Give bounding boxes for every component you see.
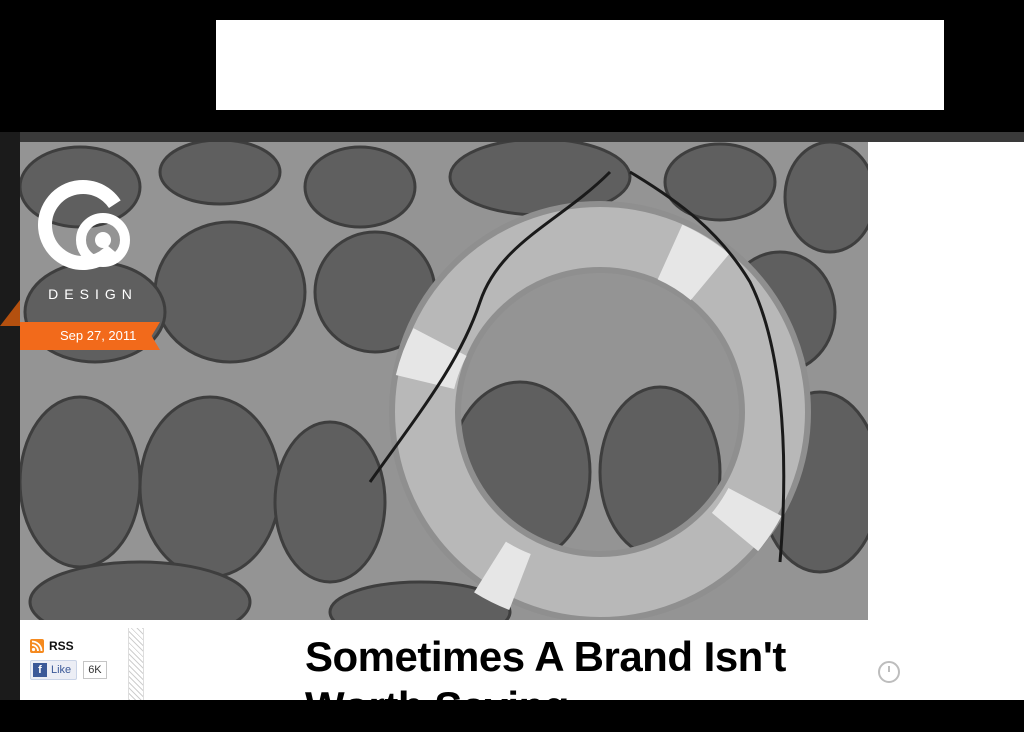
hatch-divider (128, 628, 144, 700)
date-ribbon-fold (0, 300, 20, 326)
facebook-like-count: 6K (83, 661, 107, 679)
post-date: Sep 27, 2011 (60, 328, 137, 343)
header-divider (0, 132, 1024, 142)
social-share: RSS f Like 6K (30, 636, 130, 680)
post-title[interactable]: Sometimes A Brand Isn't Worth Saving (305, 632, 825, 732)
facebook-like-label: Like (51, 664, 72, 676)
facebook-icon: f (33, 663, 47, 677)
rss-icon (30, 639, 44, 653)
clock-icon (878, 661, 900, 683)
site-logo[interactable] (38, 170, 148, 305)
logo-design-text: DESIGN (48, 286, 138, 302)
advertisement-banner[interactable] (216, 20, 944, 110)
left-spine (0, 132, 20, 700)
facebook-like-button[interactable]: f Like (30, 660, 78, 680)
post-date-ribbon: Sep 27, 2011 (20, 322, 160, 350)
rss-label: RSS (49, 639, 74, 653)
facebook-like-row: f Like 6K (30, 660, 130, 680)
rss-link[interactable]: RSS (30, 636, 130, 656)
